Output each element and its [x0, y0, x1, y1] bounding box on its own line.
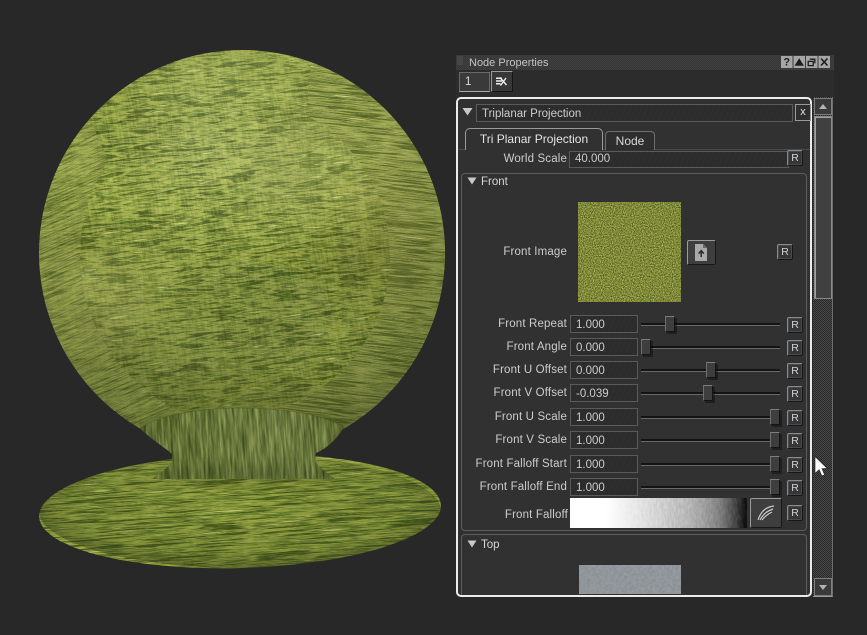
- svg-text:?: ?: [783, 57, 790, 68]
